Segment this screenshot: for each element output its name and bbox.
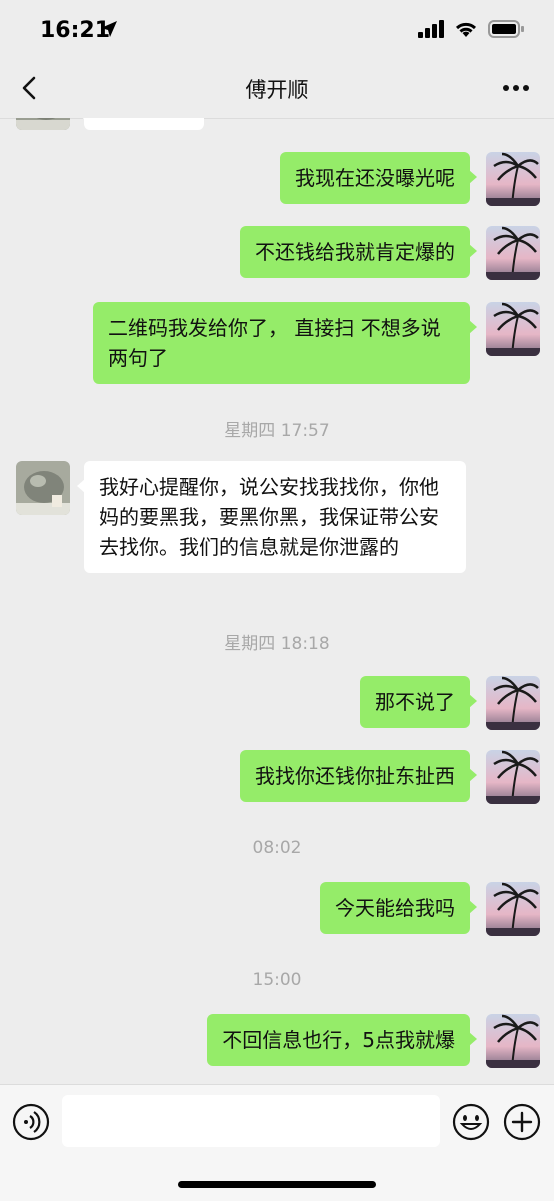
timestamp: 15:00: [252, 970, 302, 990]
location-arrow-icon: [100, 20, 118, 42]
message-bubble-out[interactable]: 不还钱给我就肯定爆的: [240, 226, 477, 278]
self-avatar[interactable]: [486, 152, 540, 206]
contact-avatar[interactable]: [16, 118, 70, 130]
emoji-icon: [452, 1103, 490, 1141]
message-bubble-in-partial[interactable]: [77, 118, 204, 130]
message-list[interactable]: 我现在还没曝光呢 不还钱给我就肯定爆的 二维码我发给你了， 直接扫 不想多说两句…: [0, 118, 554, 1084]
self-avatar[interactable]: [486, 226, 540, 280]
message-bubble-out[interactable]: 二维码我发给你了， 直接扫 不想多说两句了: [93, 302, 477, 384]
timestamp: 08:02: [252, 838, 302, 858]
self-avatar[interactable]: [486, 750, 540, 804]
chat-title: 傅开顺: [245, 78, 309, 102]
timestamp: 星期四 17:57: [224, 421, 330, 441]
input-bar: [0, 1084, 554, 1201]
contact-avatar[interactable]: [16, 461, 70, 515]
message-bubble-out[interactable]: 不回信息也行，5点我就爆: [207, 1014, 477, 1066]
self-avatar[interactable]: [486, 1014, 540, 1068]
battery-icon: [488, 20, 524, 42]
home-indicator: [178, 1181, 376, 1188]
emoji-button[interactable]: [452, 1103, 490, 1141]
message-bubble-out[interactable]: 那不说了: [360, 676, 477, 728]
voice-button[interactable]: [12, 1103, 50, 1141]
chat-header: 傅开顺: [0, 60, 554, 119]
voice-icon: [12, 1103, 50, 1141]
self-avatar[interactable]: [486, 882, 540, 936]
self-avatar[interactable]: [486, 302, 540, 356]
more-button[interactable]: [500, 76, 532, 100]
message-bubble-in[interactable]: 我好心提醒你，说公安找我找你，你他妈的要黑我，要黑你黑，我保证带公安去找你。我们…: [77, 461, 466, 573]
timestamp: 星期四 18:18: [224, 634, 330, 654]
more-functions-button[interactable]: [503, 1103, 541, 1141]
self-avatar[interactable]: [486, 676, 540, 730]
status-indicators: [418, 20, 524, 42]
cellular-signal-icon: [418, 20, 444, 42]
status-bar: 16:21: [0, 0, 554, 60]
message-bubble-out[interactable]: 我现在还没曝光呢: [280, 152, 477, 204]
message-input[interactable]: [62, 1095, 440, 1147]
ellipsis-icon: [503, 85, 529, 91]
wifi-icon: [454, 20, 478, 42]
message-bubble-out[interactable]: 今天能给我吗: [320, 882, 477, 934]
message-bubble-out[interactable]: 我找你还钱你扯东扯西: [240, 750, 477, 802]
plus-icon: [503, 1103, 541, 1141]
